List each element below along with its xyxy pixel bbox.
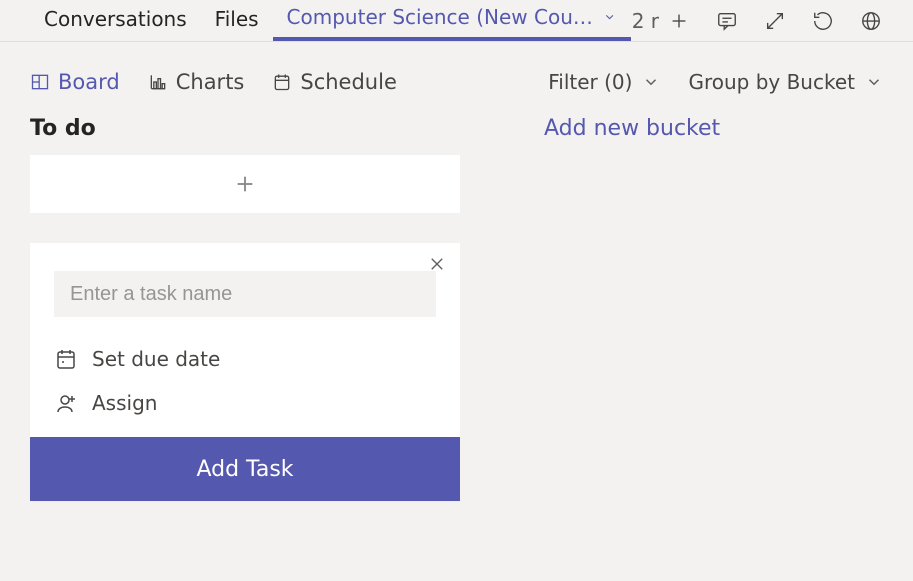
- charts-icon: [148, 72, 168, 92]
- add-tab-icon[interactable]: [667, 9, 691, 33]
- set-due-date-row[interactable]: Set due date: [30, 337, 460, 381]
- close-icon[interactable]: [428, 255, 446, 273]
- planner-toolbar: Board Charts Schedule Filter (0) Group b…: [0, 42, 913, 104]
- view-charts[interactable]: Charts: [148, 70, 245, 94]
- view-board[interactable]: Board: [30, 70, 120, 94]
- chevron-down-icon[interactable]: [603, 10, 616, 24]
- globe-icon[interactable]: [859, 9, 883, 33]
- add-task-button[interactable]: Add Task: [30, 437, 460, 501]
- board-icon: [30, 72, 50, 92]
- tab-conversations[interactable]: Conversations: [30, 3, 201, 39]
- board-area: To do Set due date Assign Add Task Add n…: [0, 104, 913, 513]
- chevron-down-icon: [865, 73, 883, 91]
- refresh-icon[interactable]: [811, 9, 835, 33]
- column-title[interactable]: To do: [30, 116, 460, 141]
- channel-meta: 2 r: [632, 9, 691, 33]
- filter-label: Filter (0): [548, 70, 632, 94]
- column-todo: To do Set due date Assign Add Task: [30, 116, 460, 501]
- view-schedule-label: Schedule: [300, 70, 397, 94]
- assign-person-icon: [54, 391, 78, 415]
- tab-planner-active[interactable]: Computer Science (New Cours…: [273, 1, 631, 41]
- top-right-actions: 2 r: [632, 9, 883, 33]
- group-by-button[interactable]: Group by Bucket: [688, 70, 883, 94]
- plus-icon: [234, 173, 256, 195]
- add-task-button-label: Add Task: [196, 457, 293, 482]
- assign-row[interactable]: Assign: [30, 381, 460, 425]
- view-schedule[interactable]: Schedule: [272, 70, 397, 94]
- channel-meta-text: 2 r: [632, 9, 659, 33]
- active-tab-label: Computer Science (New Cours…: [287, 5, 594, 29]
- add-bucket-button[interactable]: Add new bucket: [544, 116, 720, 141]
- calendar-icon: [54, 347, 78, 371]
- chevron-down-icon: [642, 73, 660, 91]
- task-name-input[interactable]: [54, 271, 436, 317]
- schedule-icon: [272, 72, 292, 92]
- view-board-label: Board: [58, 70, 120, 94]
- assign-label: Assign: [92, 391, 157, 415]
- filter-button[interactable]: Filter (0): [548, 70, 660, 94]
- expand-icon[interactable]: [763, 9, 787, 33]
- channel-tab-bar: Conversations Files Computer Science (Ne…: [0, 0, 913, 42]
- tab-files[interactable]: Files: [201, 3, 273, 39]
- due-date-label: Set due date: [92, 347, 220, 371]
- add-task-quick-button[interactable]: [30, 155, 460, 213]
- new-task-card: Set due date Assign Add Task: [30, 243, 460, 501]
- group-by-label: Group by Bucket: [688, 70, 855, 94]
- conversation-panel-icon[interactable]: [715, 9, 739, 33]
- view-charts-label: Charts: [176, 70, 245, 94]
